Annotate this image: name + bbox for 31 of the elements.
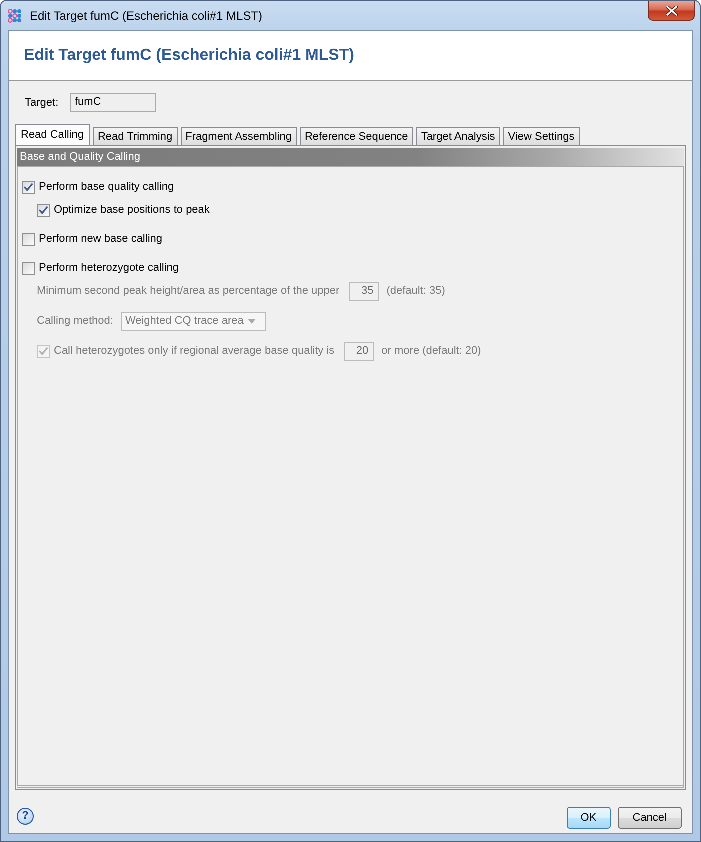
caret-icon (248, 318, 256, 324)
option-label: Perform heterozygote calling (39, 262, 180, 274)
tab[interactable]: Target Analysis (416, 127, 500, 145)
help-button[interactable]: ? (17, 808, 34, 825)
checkbox[interactable] (22, 262, 35, 274)
tab[interactable]: Read Calling (15, 124, 90, 145)
ok-button[interactable]: OK (566, 807, 611, 829)
close-icon (666, 6, 678, 16)
option-label: Minimum second peak height/area as percentage of the upper (37, 285, 340, 297)
target-label: Target: (25, 96, 60, 108)
window-title: Edit Target fumC (Escherichia coli#1 MLST) (30, 8, 263, 22)
checkbox[interactable] (22, 232, 35, 246)
option-label: Calling method: (37, 315, 114, 327)
option-label: Perform base quality calling (39, 181, 174, 193)
tab[interactable]: Reference Sequence (300, 127, 414, 145)
target-field[interactable]: fumC (70, 93, 156, 112)
dots-grid-icon (8, 9, 22, 23)
tab[interactable]: Read Trimming (92, 127, 178, 145)
checkbox[interactable] (37, 204, 50, 216)
option-label: Call heterozygotes only if regional average base quality is (54, 345, 335, 357)
default-hint: (default: 35) (386, 285, 446, 297)
section-header: Base and Quality Calling (17, 148, 684, 166)
default-hint: or more (default: 20) (382, 345, 482, 357)
option-label: Optimize base positions to peak (54, 204, 210, 216)
option-label: Perform new base calling (39, 233, 163, 245)
dialog-title: Edit Target fumC (Escherichia coli#1 MLST) (24, 46, 354, 64)
cancel-button[interactable]: Cancel (618, 807, 682, 829)
close-button[interactable] (648, 1, 695, 21)
tab[interactable]: Fragment Assembling (180, 127, 297, 145)
checkbox[interactable] (22, 180, 35, 194)
tab[interactable]: View Settings (503, 127, 580, 145)
